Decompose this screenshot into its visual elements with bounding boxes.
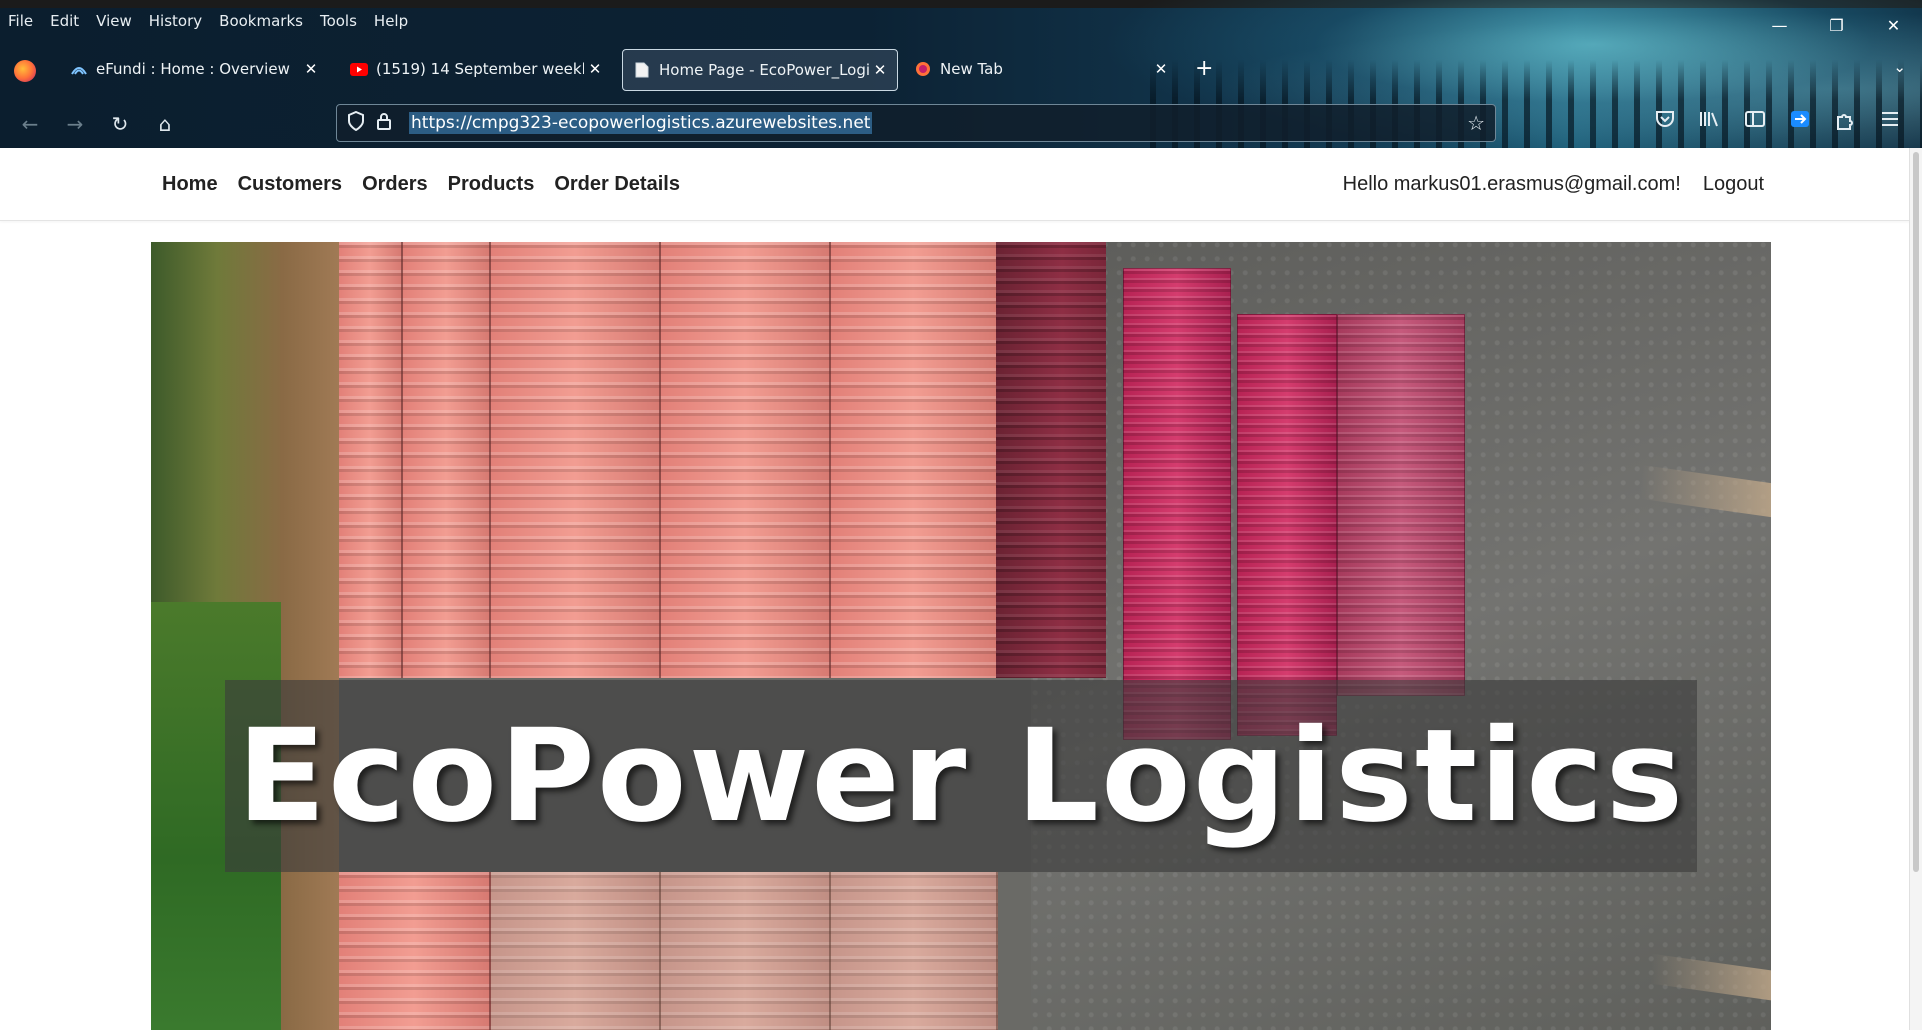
close-icon[interactable]: ✕ [869, 61, 891, 79]
lock-icon[interactable] [377, 112, 399, 134]
extension-blue-icon[interactable] [1787, 110, 1813, 133]
hero-image: EcoPower Logistics [151, 242, 1771, 1030]
home-icon[interactable]: ⌂ [153, 112, 177, 136]
new-tab-button[interactable]: + [1195, 56, 1213, 81]
tab-bar: eFundi : Home : Overview ✕ (1519) 14 Sep… [0, 48, 1922, 92]
nav-link-orders[interactable]: Orders [352, 173, 438, 196]
nav-link-order-details[interactable]: Order Details [544, 173, 690, 196]
hamburger-menu-icon[interactable] [1877, 110, 1903, 132]
firefox-icon [914, 61, 932, 77]
nav-link-home[interactable]: Home [152, 173, 228, 196]
user-area: Hello markus01.erasmus@gmail.com! Logout [1343, 148, 1764, 220]
container-shape [491, 242, 661, 678]
back-arrow-icon[interactable]: ← [18, 112, 42, 136]
container-shape [1337, 314, 1465, 696]
firefox-view-icon[interactable] [14, 60, 36, 82]
container-shape [1237, 314, 1337, 736]
menu-view[interactable]: View [88, 12, 141, 30]
close-icon[interactable]: ✕ [1150, 60, 1172, 78]
window-controls: — ❐ ✕ [1751, 8, 1922, 42]
tab-title: (1519) 14 September weekly vi [376, 60, 584, 78]
tab-ecopower[interactable]: Home Page - EcoPower_Logist ✕ [622, 49, 898, 91]
container-shape [831, 872, 998, 1030]
container-shape [996, 242, 1106, 678]
container-shape [403, 242, 491, 678]
scrollbar-thumb[interactable] [1913, 152, 1919, 872]
close-icon[interactable]: ✕ [300, 60, 322, 78]
menu-file[interactable]: File [0, 12, 42, 30]
tracking-protection-shield-icon[interactable] [347, 110, 369, 136]
browser-chrome: File Edit View History Bookmarks Tools H… [0, 0, 1922, 148]
menu-help[interactable]: Help [366, 12, 417, 30]
tab-new-tab[interactable]: New Tab ✕ [904, 49, 1178, 89]
page-scrollbar[interactable] [1909, 148, 1922, 1030]
url-text[interactable]: https://cmpg323-ecopowerlogistics.azurew… [409, 112, 873, 134]
container-shape [339, 872, 491, 1030]
nav-link-products[interactable]: Products [438, 173, 545, 196]
tab-list-chevron-icon[interactable]: ⌄ [1893, 58, 1906, 76]
menu-tools[interactable]: Tools [312, 12, 366, 30]
reload-icon[interactable]: ↻ [108, 112, 132, 136]
youtube-icon [350, 61, 368, 77]
logout-button[interactable]: Logout [1703, 173, 1764, 196]
menu-bookmarks[interactable]: Bookmarks [211, 12, 312, 30]
navigation-toolbar: ← → ↻ ⌂ https://cmpg323-ecopowerlogistic… [0, 104, 1922, 142]
web-page: Home Customers Orders Products Order Det… [0, 148, 1922, 1030]
sidebar-icon[interactable] [1742, 110, 1768, 132]
menu-edit[interactable]: Edit [42, 12, 88, 30]
close-window-button[interactable]: ✕ [1865, 8, 1922, 42]
tab-youtube[interactable]: (1519) 14 September weekly vi ✕ [340, 49, 612, 89]
forward-arrow-icon[interactable]: → [63, 112, 87, 136]
hero-title: EcoPower Logistics [236, 701, 1686, 851]
menu-bar: File Edit View History Bookmarks Tools H… [0, 8, 417, 34]
pocket-icon[interactable] [1652, 110, 1678, 133]
close-icon[interactable]: ✕ [584, 60, 606, 78]
container-shape [1123, 268, 1231, 740]
site-nav-links: Home Customers Orders Products Order Det… [152, 148, 690, 220]
library-icon[interactable] [1697, 110, 1723, 133]
menu-history[interactable]: History [141, 12, 211, 30]
restore-button[interactable]: ❐ [1808, 8, 1865, 42]
tab-title: Home Page - EcoPower_Logist [659, 61, 869, 79]
site-navbar: Home Customers Orders Products Order Det… [0, 148, 1922, 221]
extensions-puzzle-icon[interactable] [1832, 110, 1858, 135]
nav-link-customers[interactable]: Customers [228, 173, 352, 196]
minimize-button[interactable]: — [1751, 8, 1808, 42]
container-shape [339, 242, 403, 678]
page-icon [633, 62, 651, 78]
container-shape [831, 242, 998, 678]
user-greeting[interactable]: Hello markus01.erasmus@gmail.com! [1343, 173, 1681, 196]
tab-efundi[interactable]: eFundi : Home : Overview ✕ [60, 49, 328, 89]
tab-title: eFundi : Home : Overview [96, 60, 290, 78]
container-shape [491, 872, 661, 1030]
address-bar[interactable]: https://cmpg323-ecopowerlogistics.azurew… [336, 104, 1496, 142]
hero-banner: EcoPower Logistics [225, 680, 1697, 872]
container-shape [661, 242, 831, 678]
efundi-icon [70, 61, 88, 77]
container-shape [661, 872, 831, 1030]
tab-title: New Tab [940, 60, 1003, 78]
bookmark-star-icon[interactable]: ☆ [1467, 111, 1485, 135]
